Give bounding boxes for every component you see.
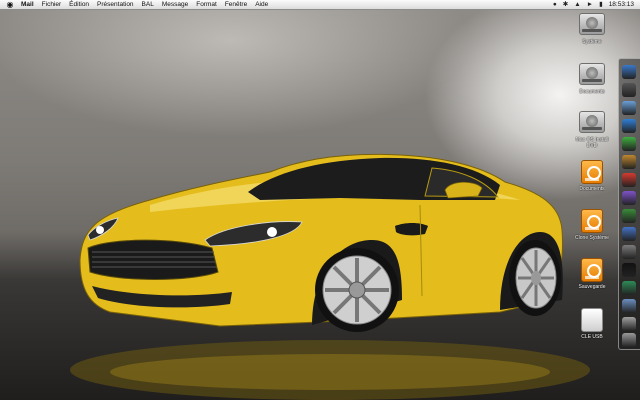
menu-bal[interactable]: BAL xyxy=(138,0,158,10)
wallpaper-car xyxy=(70,153,590,400)
menu-bar: ◉ Mail Fichier Édition Présentation BAL … xyxy=(0,0,640,10)
desktop-icon-install-dvd[interactable]: Mac OS Install DVD xyxy=(564,111,620,149)
desktop-icon-label: Mac OS Install DVD xyxy=(575,137,609,149)
dock-safari-icon[interactable] xyxy=(622,119,636,133)
spotlight-icon[interactable]: ● xyxy=(553,0,557,10)
external-disk-icon xyxy=(579,258,605,282)
desktop-icon-cle-usb[interactable]: CLE USB xyxy=(564,308,620,340)
bluetooth-icon[interactable]: ✱ xyxy=(563,0,568,10)
dock-terminal-icon[interactable] xyxy=(622,263,636,277)
hard-disk-icon xyxy=(579,13,605,37)
desktop-icon-systeme[interactable]: Système xyxy=(564,13,620,45)
desktop-icon-label: Documents xyxy=(579,186,605,192)
menubar-clock[interactable]: 18:53:13 xyxy=(609,1,634,8)
desktop-icon-sauvegarde[interactable]: Sauvegarde xyxy=(564,258,620,290)
dock-system-preferences-icon[interactable] xyxy=(622,245,636,259)
dock-itunes-icon[interactable] xyxy=(622,191,636,205)
usb-disk-icon xyxy=(579,308,605,332)
menu-fichier[interactable]: Fichier xyxy=(38,0,66,10)
menu-edition[interactable]: Édition xyxy=(65,0,93,10)
battery-icon[interactable]: ▮ xyxy=(599,0,603,10)
hard-disk-icon xyxy=(579,111,605,135)
menu-presentation[interactable]: Présentation xyxy=(93,0,138,10)
desktop-icon-label: Clone Système xyxy=(575,235,609,241)
desktop-icon-label: Système xyxy=(582,39,602,45)
menu-format[interactable]: Format xyxy=(192,0,221,10)
wifi-icon[interactable]: ▲ xyxy=(574,0,580,10)
desktop-icon-label: Documents xyxy=(579,89,605,95)
dock xyxy=(618,58,640,350)
dock-mail-icon[interactable] xyxy=(622,101,636,115)
menu-fenetre[interactable]: Fenêtre xyxy=(221,0,251,10)
dock-finder-icon[interactable] xyxy=(622,65,636,79)
menu-app-mail[interactable]: Mail xyxy=(17,0,38,10)
dock-preview-icon[interactable] xyxy=(622,299,636,313)
dock-dashboard-icon[interactable] xyxy=(622,83,636,97)
external-disk-icon xyxy=(579,160,605,184)
dock-automator-icon[interactable] xyxy=(622,317,636,331)
menu-extras: ● ✱ ▲ ► ▮ 18:53:13 xyxy=(553,0,640,10)
dock-imovie-icon[interactable] xyxy=(622,227,636,241)
apple-menu-icon[interactable]: ◉ xyxy=(3,0,17,9)
desktop-wallpaper xyxy=(0,0,640,400)
external-disk-icon xyxy=(579,209,605,233)
dock-address-book-icon[interactable] xyxy=(622,155,636,169)
dock-activity-monitor-icon[interactable] xyxy=(622,281,636,295)
dock-ichat-icon[interactable] xyxy=(622,137,636,151)
desktop-icon-clone-systeme[interactable]: Clone Système xyxy=(564,209,620,241)
menu-message[interactable]: Message xyxy=(158,0,192,10)
dock-ical-icon[interactable] xyxy=(622,173,636,187)
dock-iphoto-icon[interactable] xyxy=(622,209,636,223)
dock-trash-icon[interactable] xyxy=(622,333,636,347)
desktop-icon-documents-external[interactable]: Documents xyxy=(564,160,620,192)
desktop-icon-label: CLE USB xyxy=(581,334,603,340)
desktop-icon-label: Sauvegarde xyxy=(578,284,606,290)
hard-disk-icon xyxy=(579,63,605,87)
menu-aide[interactable]: Aide xyxy=(251,0,272,10)
desktop-icon-documents-disk[interactable]: Documents xyxy=(564,63,620,95)
volume-icon[interactable]: ► xyxy=(587,0,593,10)
